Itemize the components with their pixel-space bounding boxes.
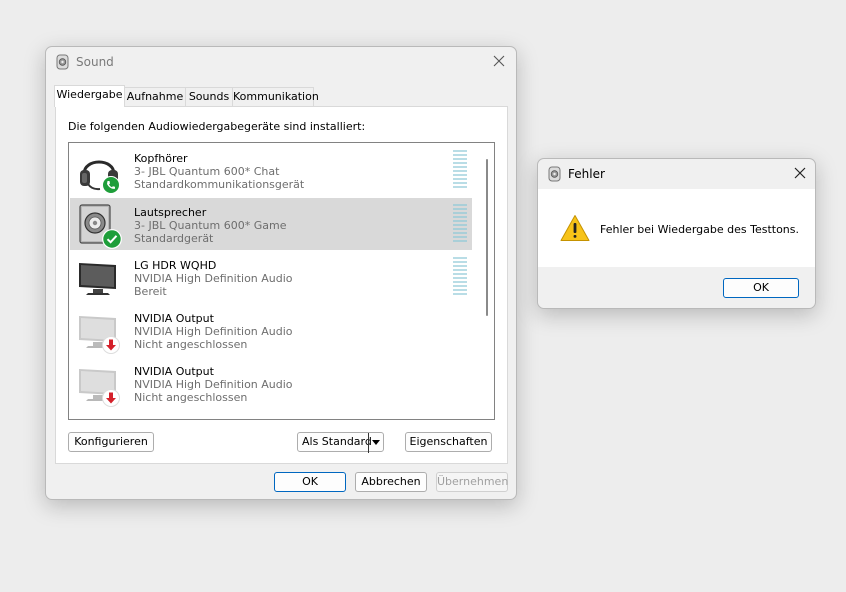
phone-badge-icon: [102, 176, 120, 197]
close-button[interactable]: [482, 47, 516, 77]
close-icon: [493, 55, 505, 67]
tab-label: Sounds: [188, 90, 230, 103]
device-description: NVIDIA High Definition Audio: [134, 325, 293, 338]
tab-wiedergabe[interactable]: Wiedergabe: [54, 85, 125, 107]
close-icon: [794, 167, 806, 179]
list-item[interactable]: NVIDIA Output NVIDIA High Definition Aud…: [70, 304, 472, 356]
set-default-label: Als Standard: [302, 435, 372, 448]
device-name: NVIDIA Output: [134, 365, 214, 378]
ok-button[interactable]: OK: [274, 472, 346, 492]
ok-button[interactable]: OK: [723, 278, 799, 298]
device-description: NVIDIA High Definition Audio: [134, 378, 293, 391]
tab-label: Aufnahme: [126, 90, 184, 103]
level-meter: [453, 204, 467, 244]
down-arrow-badge-icon: [102, 389, 120, 410]
list-item[interactable]: NVIDIA Output NVIDIA High Definition Aud…: [70, 357, 472, 409]
tab-kommunikation[interactable]: Kommunikation: [232, 87, 319, 106]
cancel-button[interactable]: Abbrechen: [355, 472, 427, 492]
level-meter: [453, 257, 467, 297]
window-title: Sound: [76, 55, 114, 69]
device-status: Standardkommunikationsgerät: [134, 178, 305, 191]
level-meter: [453, 150, 467, 190]
tab-label: Wiedergabe: [56, 88, 123, 101]
list-item[interactable]: LG HDR WQHD NVIDIA High Definition Audio…: [70, 251, 472, 303]
device-name: Kopfhörer: [134, 152, 188, 165]
device-description: NVIDIA High Definition Audio: [134, 272, 293, 285]
dialog-body: Fehler bei Wiedergabe des Testtons.: [538, 189, 815, 267]
configure-button[interactable]: Konfigurieren: [68, 432, 154, 452]
device-name: NVIDIA Output: [134, 312, 214, 325]
check-badge-icon: [102, 229, 122, 252]
tab-aufnahme[interactable]: Aufnahme: [124, 87, 186, 106]
list-scrollbar[interactable]: [486, 159, 488, 316]
list-item[interactable]: Lautsprecher 3- JBL Quantum 600* Game St…: [70, 198, 472, 250]
device-description: 3- JBL Quantum 600* Chat: [134, 165, 280, 178]
error-titlebar[interactable]: Fehler: [538, 159, 815, 189]
sound-window: Sound Wiedergabe Aufnahme Sounds Kommuni…: [45, 46, 517, 500]
device-status: Nicht angeschlossen: [134, 391, 248, 404]
playback-panel: Die folgenden Audiowiedergabegeräte sind…: [55, 106, 508, 464]
list-item[interactable]: Kopfhörer 3- JBL Quantum 600* Chat Stand…: [70, 144, 472, 196]
device-name: LG HDR WQHD: [134, 259, 217, 272]
sound-titlebar[interactable]: Sound: [46, 47, 516, 77]
properties-button[interactable]: Eigenschaften: [405, 432, 492, 452]
tab-sounds[interactable]: Sounds: [185, 87, 233, 106]
speaker-app-icon: [548, 166, 562, 185]
speaker-app-icon: [56, 54, 70, 73]
down-arrow-badge-icon: [102, 336, 120, 357]
set-default-button[interactable]: Als Standard: [297, 432, 384, 453]
error-dialog: Fehler Fehler bei Wiedergabe des Testton…: [537, 158, 816, 309]
tab-label: Kommunikation: [233, 90, 319, 103]
device-status: Nicht angeschlossen: [134, 338, 248, 351]
close-button[interactable]: [783, 159, 817, 189]
set-default-dropdown[interactable]: [368, 433, 383, 453]
chevron-down-icon: [372, 440, 380, 445]
dialog-title: Fehler: [568, 167, 605, 181]
device-status: Standardgerät: [134, 232, 214, 245]
warning-icon: [560, 214, 590, 245]
device-status: Bereit: [134, 285, 167, 298]
apply-button[interactable]: Übernehmen: [436, 472, 508, 492]
error-message: Fehler bei Wiedergabe des Testtons.: [600, 223, 799, 236]
device-description: 3- JBL Quantum 600* Game: [134, 219, 287, 232]
intro-text: Die folgenden Audiowiedergabegeräte sind…: [68, 120, 366, 133]
device-list[interactable]: Kopfhörer 3- JBL Quantum 600* Chat Stand…: [68, 142, 495, 420]
device-name: Lautsprecher: [134, 206, 207, 219]
dialog-footer: OK: [538, 267, 815, 308]
monitor-icon: [76, 255, 122, 301]
